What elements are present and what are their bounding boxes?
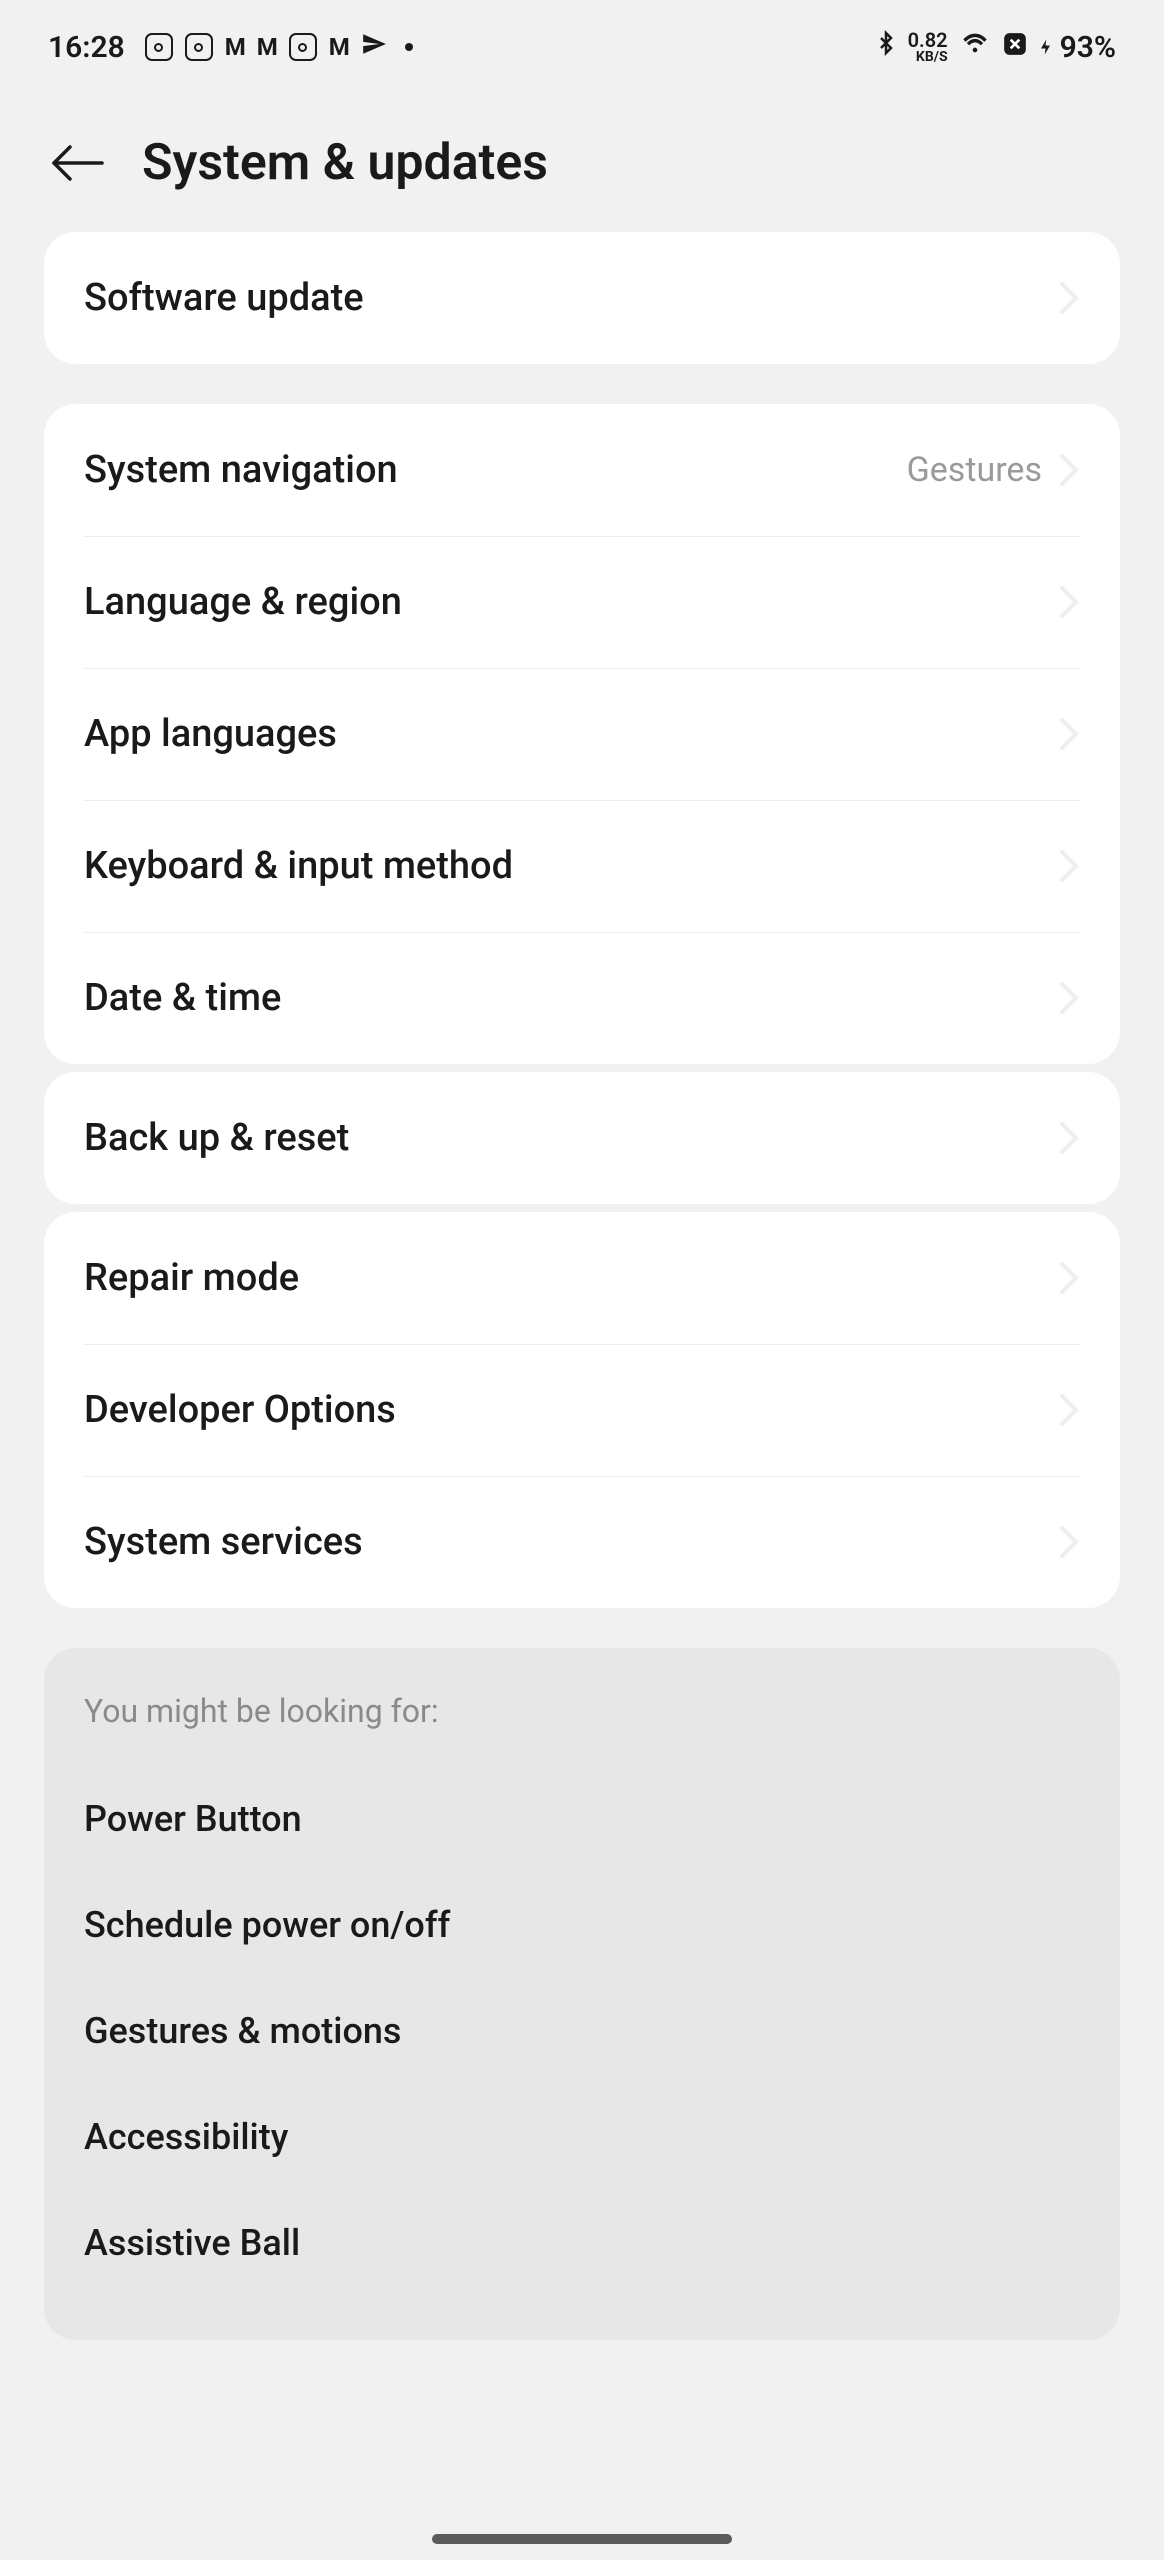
chevron-right-icon (1058, 980, 1080, 1016)
status-time: 16:28 (48, 30, 125, 65)
row-software-update[interactable]: Software update (44, 232, 1120, 364)
suggestion-schedule-power[interactable]: Schedule power on/off (84, 1872, 1080, 1978)
row-date-time[interactable]: Date & time (44, 932, 1120, 1064)
instagram-icon (289, 33, 317, 61)
instagram-icon (185, 33, 213, 61)
battery-status: 93% (1038, 30, 1116, 65)
row-keyboard-input[interactable]: Keyboard & input method (44, 800, 1120, 932)
row-label: Back up & reset (84, 1116, 349, 1160)
gmail-icon: M (257, 33, 277, 61)
data-off-icon (1002, 30, 1028, 65)
chevron-right-icon (1058, 1260, 1080, 1296)
row-app-languages[interactable]: App languages (44, 668, 1120, 800)
chevron-right-icon (1058, 848, 1080, 884)
row-label: App languages (84, 712, 337, 756)
gmail-icon: M (225, 33, 245, 61)
settings-group-0: Software update (44, 232, 1120, 364)
suggestion-assistive-ball[interactable]: Assistive Ball (84, 2190, 1080, 2296)
home-indicator[interactable] (432, 2534, 732, 2544)
row-backup-reset[interactable]: Back up & reset (44, 1072, 1120, 1204)
chevron-right-icon (1058, 1392, 1080, 1428)
gmail-icon: M (329, 33, 349, 61)
chevron-right-icon (1058, 280, 1080, 316)
suggestion-power-button[interactable]: Power Button (84, 1766, 1080, 1872)
row-repair-mode[interactable]: Repair mode (44, 1212, 1120, 1344)
content: Software update System navigation Gestur… (0, 232, 1164, 2340)
row-system-navigation[interactable]: System navigation Gestures (44, 404, 1120, 536)
page-title: System & updates (142, 134, 548, 192)
row-language-region[interactable]: Language & region (44, 536, 1120, 668)
row-label: Software update (84, 276, 364, 320)
status-right: 0.82 KB/S 93% (874, 28, 1116, 66)
chevron-right-icon (1058, 716, 1080, 752)
battery-percent: 93% (1060, 30, 1116, 65)
row-label: Repair mode (84, 1256, 299, 1300)
bluetooth-icon (874, 28, 898, 66)
row-label: System navigation (84, 448, 398, 492)
suggestion-accessibility[interactable]: Accessibility (84, 2084, 1080, 2190)
settings-group-3: Repair mode Developer Options System ser… (44, 1212, 1120, 1608)
row-label: System services (84, 1520, 363, 1564)
suggestion-gestures-motions[interactable]: Gestures & motions (84, 1978, 1080, 2084)
row-label: Developer Options (84, 1388, 396, 1432)
status-left: 16:28 M M M (48, 30, 413, 65)
suggestions-card: You might be looking for: Power Button S… (44, 1648, 1120, 2340)
row-label: Date & time (84, 976, 281, 1020)
row-label: Keyboard & input method (84, 844, 513, 888)
instagram-icon (145, 33, 173, 61)
more-notifications-icon (405, 43, 413, 51)
telegram-icon (361, 30, 387, 65)
settings-group-2: Back up & reset (44, 1072, 1120, 1204)
network-speed: 0.82 KB/S (908, 30, 948, 64)
row-label: Language & region (84, 580, 402, 624)
page-header: System & updates (0, 86, 1164, 232)
wifi-icon (958, 29, 992, 65)
back-button[interactable] (48, 143, 106, 183)
chevron-right-icon (1058, 1524, 1080, 1560)
status-bar: 16:28 M M M 0.82 KB/S 93% (0, 0, 1164, 86)
network-speed-unit: KB/S (908, 50, 948, 64)
chevron-right-icon (1058, 584, 1080, 620)
settings-group-1: System navigation Gestures Language & re… (44, 404, 1120, 1064)
chevron-right-icon (1058, 1120, 1080, 1156)
chevron-right-icon (1058, 452, 1080, 488)
suggestions-header: You might be looking for: (84, 1692, 1080, 1730)
row-developer-options[interactable]: Developer Options (44, 1344, 1120, 1476)
charging-icon (1038, 33, 1056, 61)
row-value: Gestures (907, 450, 1042, 490)
row-system-services[interactable]: System services (44, 1476, 1120, 1608)
